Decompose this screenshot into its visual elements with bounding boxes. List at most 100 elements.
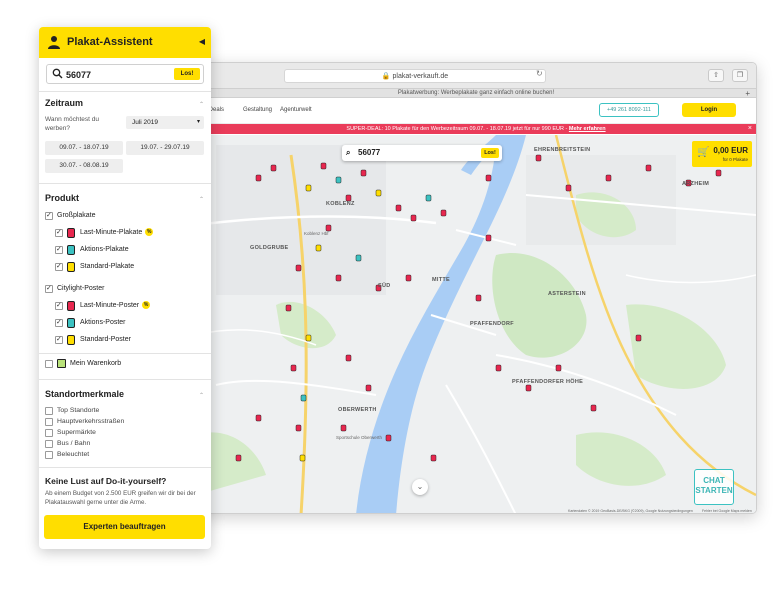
experten-beauftragen-button[interactable]: Experten beauftragen — [44, 515, 205, 539]
standort-item-bus-bahn[interactable]: Bus / Bahn — [45, 439, 195, 449]
login-button[interactable]: Login — [682, 103, 736, 117]
diy-text: Ab einem Budget von 2.500 EUR greifen wi… — [45, 490, 196, 506]
chat-button[interactable]: CHAT STARTEN — [694, 469, 734, 505]
filter-aktions-plakate[interactable]: Aktions-Plakate — [55, 245, 195, 256]
percent-badge: % — [145, 228, 154, 237]
promo-link[interactable]: Mehr erfahren — [569, 126, 606, 132]
plakat-assistent-panel: Plakat-Assistent ◀ 56077 Los! Zeitraum ⌃… — [39, 27, 211, 549]
checkbox-last-minute-poster[interactable] — [55, 301, 63, 311]
map-search-button[interactable]: Los! — [481, 148, 499, 158]
filter-warenkorb[interactable]: Mein Warenkorb — [45, 359, 195, 370]
filter-standard-plakate[interactable]: Standard-Plakate — [55, 262, 195, 273]
checkbox-bus-bahn[interactable] — [45, 440, 53, 448]
label-last-minute-plakate-wrap: Last-Minute-Plakate% — [80, 228, 154, 238]
standort-item-top[interactable]: Top Standorte — [45, 406, 195, 416]
checkbox-warenkorb[interactable] — [45, 360, 53, 368]
label-top-standorte: Top Standorte — [57, 407, 100, 414]
yellow-pin-icon — [67, 262, 75, 272]
tab-strip: Plakatwerbung: Werbeplakate ganz einfach… — [196, 89, 756, 98]
phone-button[interactable]: +49 261 8092-111 — [599, 103, 659, 117]
checkbox-supermarkte[interactable] — [45, 429, 53, 437]
red-pin-icon — [67, 228, 75, 238]
map-label-mitte: MITTE — [432, 277, 450, 283]
close-icon[interactable]: × — [748, 124, 752, 134]
nav-agenturwelt[interactable]: Agenturwelt — [280, 107, 312, 113]
filter-standard-poster[interactable]: Standard-Poster — [55, 335, 195, 346]
map-label-arzheim: ARZHEIM — [682, 181, 710, 187]
chevron-up-icon[interactable]: ⌃ — [199, 196, 204, 203]
map-footer: Kartendaten © 2019 GeoBasis-DE/BKG (©200… — [196, 507, 756, 513]
filter-grossplakate[interactable]: Großplakate — [45, 211, 195, 222]
map-search-input[interactable]: ⌕ 56077 Los! — [342, 145, 502, 161]
tab-title[interactable]: Plakatwerbung: Werbeplakate ganz einfach… — [398, 90, 554, 96]
checkbox-standard-poster[interactable] — [55, 335, 63, 345]
chat-line2: STARTEN — [695, 486, 733, 495]
user-icon — [48, 36, 60, 49]
checkbox-hauptverkehr[interactable] — [45, 418, 53, 426]
reload-icon[interactable]: ↻ — [536, 69, 543, 78]
sidebar-search-button[interactable]: Los! — [174, 68, 200, 80]
standort-item-beleuchtet[interactable]: Beleuchtet — [45, 450, 195, 460]
checkbox-last-minute-plakate[interactable] — [55, 228, 63, 238]
standort-item-hauptverkehr[interactable]: Hauptverkehrsstraßen — [45, 417, 195, 427]
checkbox-aktions-plakate[interactable] — [55, 245, 63, 255]
chat-line1: CHAT — [703, 476, 725, 485]
chevron-up-icon[interactable]: ⌃ — [199, 101, 204, 108]
tabs-icon[interactable]: ❐ — [732, 69, 748, 82]
panel-header: Plakat-Assistent ◀ — [39, 27, 211, 58]
week-chip-3[interactable]: 30.07. - 08.08.19 — [45, 159, 123, 173]
promo-text: SUPER-DEAL: 10 Plakate für den Werbezeit… — [346, 126, 568, 132]
browser-window: 🔒 plakat-verkauft.de ↻ ⇧ ❐ Plakatwerbung:… — [195, 62, 757, 514]
teal-pin-icon — [67, 245, 75, 255]
map-label-hauptbahnhof: Koblenz Hbf — [304, 231, 329, 236]
panel-title: Plakat-Assistent — [67, 36, 153, 48]
checkbox-beleuchtet[interactable] — [45, 451, 53, 459]
map-label-oberwerth: OBERWERTH — [338, 407, 377, 413]
scroll-down-icon[interactable]: ⌄ — [412, 479, 428, 495]
label-standard-poster: Standard-Poster — [80, 336, 131, 343]
label-aktions-poster: Aktions-Poster — [80, 319, 126, 326]
divider — [39, 183, 211, 184]
label-bus-bahn: Bus / Bahn — [57, 440, 91, 447]
cart-icon: 🛒 — [697, 147, 710, 158]
checkbox-top-standorte[interactable] — [45, 407, 53, 415]
collapse-icon[interactable]: ◀ — [199, 37, 205, 46]
filter-aktions-poster[interactable]: Aktions-Poster — [55, 318, 195, 329]
percent-badge: % — [142, 301, 151, 310]
divider — [39, 467, 211, 468]
zeitraum-title: Zeitraum — [45, 98, 84, 108]
share-icon[interactable]: ⇧ — [708, 69, 724, 82]
week-chip-2[interactable]: 19.07. - 29.07.19 — [126, 141, 204, 155]
address-text: plakat-verkauft.de — [392, 73, 449, 80]
filter-last-minute-plakate[interactable]: Last-Minute-Plakate% — [55, 228, 195, 239]
nav-gestaltung[interactable]: Gestaltung — [243, 107, 272, 113]
sidebar-search-input[interactable]: 56077 Los! — [46, 64, 204, 84]
checkbox-standard-plakate[interactable] — [55, 262, 63, 272]
search-icon: ⌕ — [346, 148, 351, 157]
cart-summary[interactable]: 🛒 0,00 EUR für 0 Plakate — [692, 141, 752, 167]
checkbox-citylight[interactable] — [45, 284, 53, 294]
map[interactable]: GOLDGRUBE KOBLENZ SÜD MITTE EHRENBREITST… — [196, 135, 756, 513]
address-bar[interactable]: 🔒 plakat-verkauft.de — [284, 69, 546, 83]
divider — [39, 353, 211, 354]
phone-text: +49 261 8092-111 — [607, 107, 651, 113]
map-label-koblenz: KOBLENZ — [326, 201, 355, 207]
week-chip-1[interactable]: 09.07. - 18.07.19 — [45, 141, 123, 155]
chevron-up-icon[interactable]: ⌃ — [199, 392, 204, 399]
label-warenkorb: Mein Warenkorb — [70, 360, 122, 367]
month-select[interactable]: Juli 2019 ▾ — [126, 116, 204, 129]
new-tab-icon[interactable]: + — [745, 89, 750, 98]
map-report-link[interactable]: Fehler bei Google Maps melden — [702, 509, 752, 513]
map-label-pfaffendorfer-hohe: PFAFFENDORFER HÖHE — [512, 379, 584, 385]
checkbox-grossplakate[interactable] — [45, 211, 53, 221]
map-attribution: Kartendaten © 2019 GeoBasis-DE/BKG (©200… — [568, 509, 693, 513]
filter-last-minute-poster[interactable]: Last-Minute-Poster% — [55, 301, 195, 312]
label-last-minute-poster-wrap: Last-Minute-Poster% — [80, 301, 151, 311]
divider — [39, 379, 211, 380]
map-label-goldgrube: GOLDGRUBE — [250, 245, 289, 251]
standort-item-supermarkte[interactable]: Supermärkte — [45, 428, 195, 438]
filter-citylight[interactable]: Citylight-Poster — [45, 284, 195, 295]
label-supermarkte: Supermärkte — [57, 429, 96, 436]
label-last-minute-plakate: Last-Minute-Plakate — [80, 229, 143, 236]
checkbox-aktions-poster[interactable] — [55, 318, 63, 328]
